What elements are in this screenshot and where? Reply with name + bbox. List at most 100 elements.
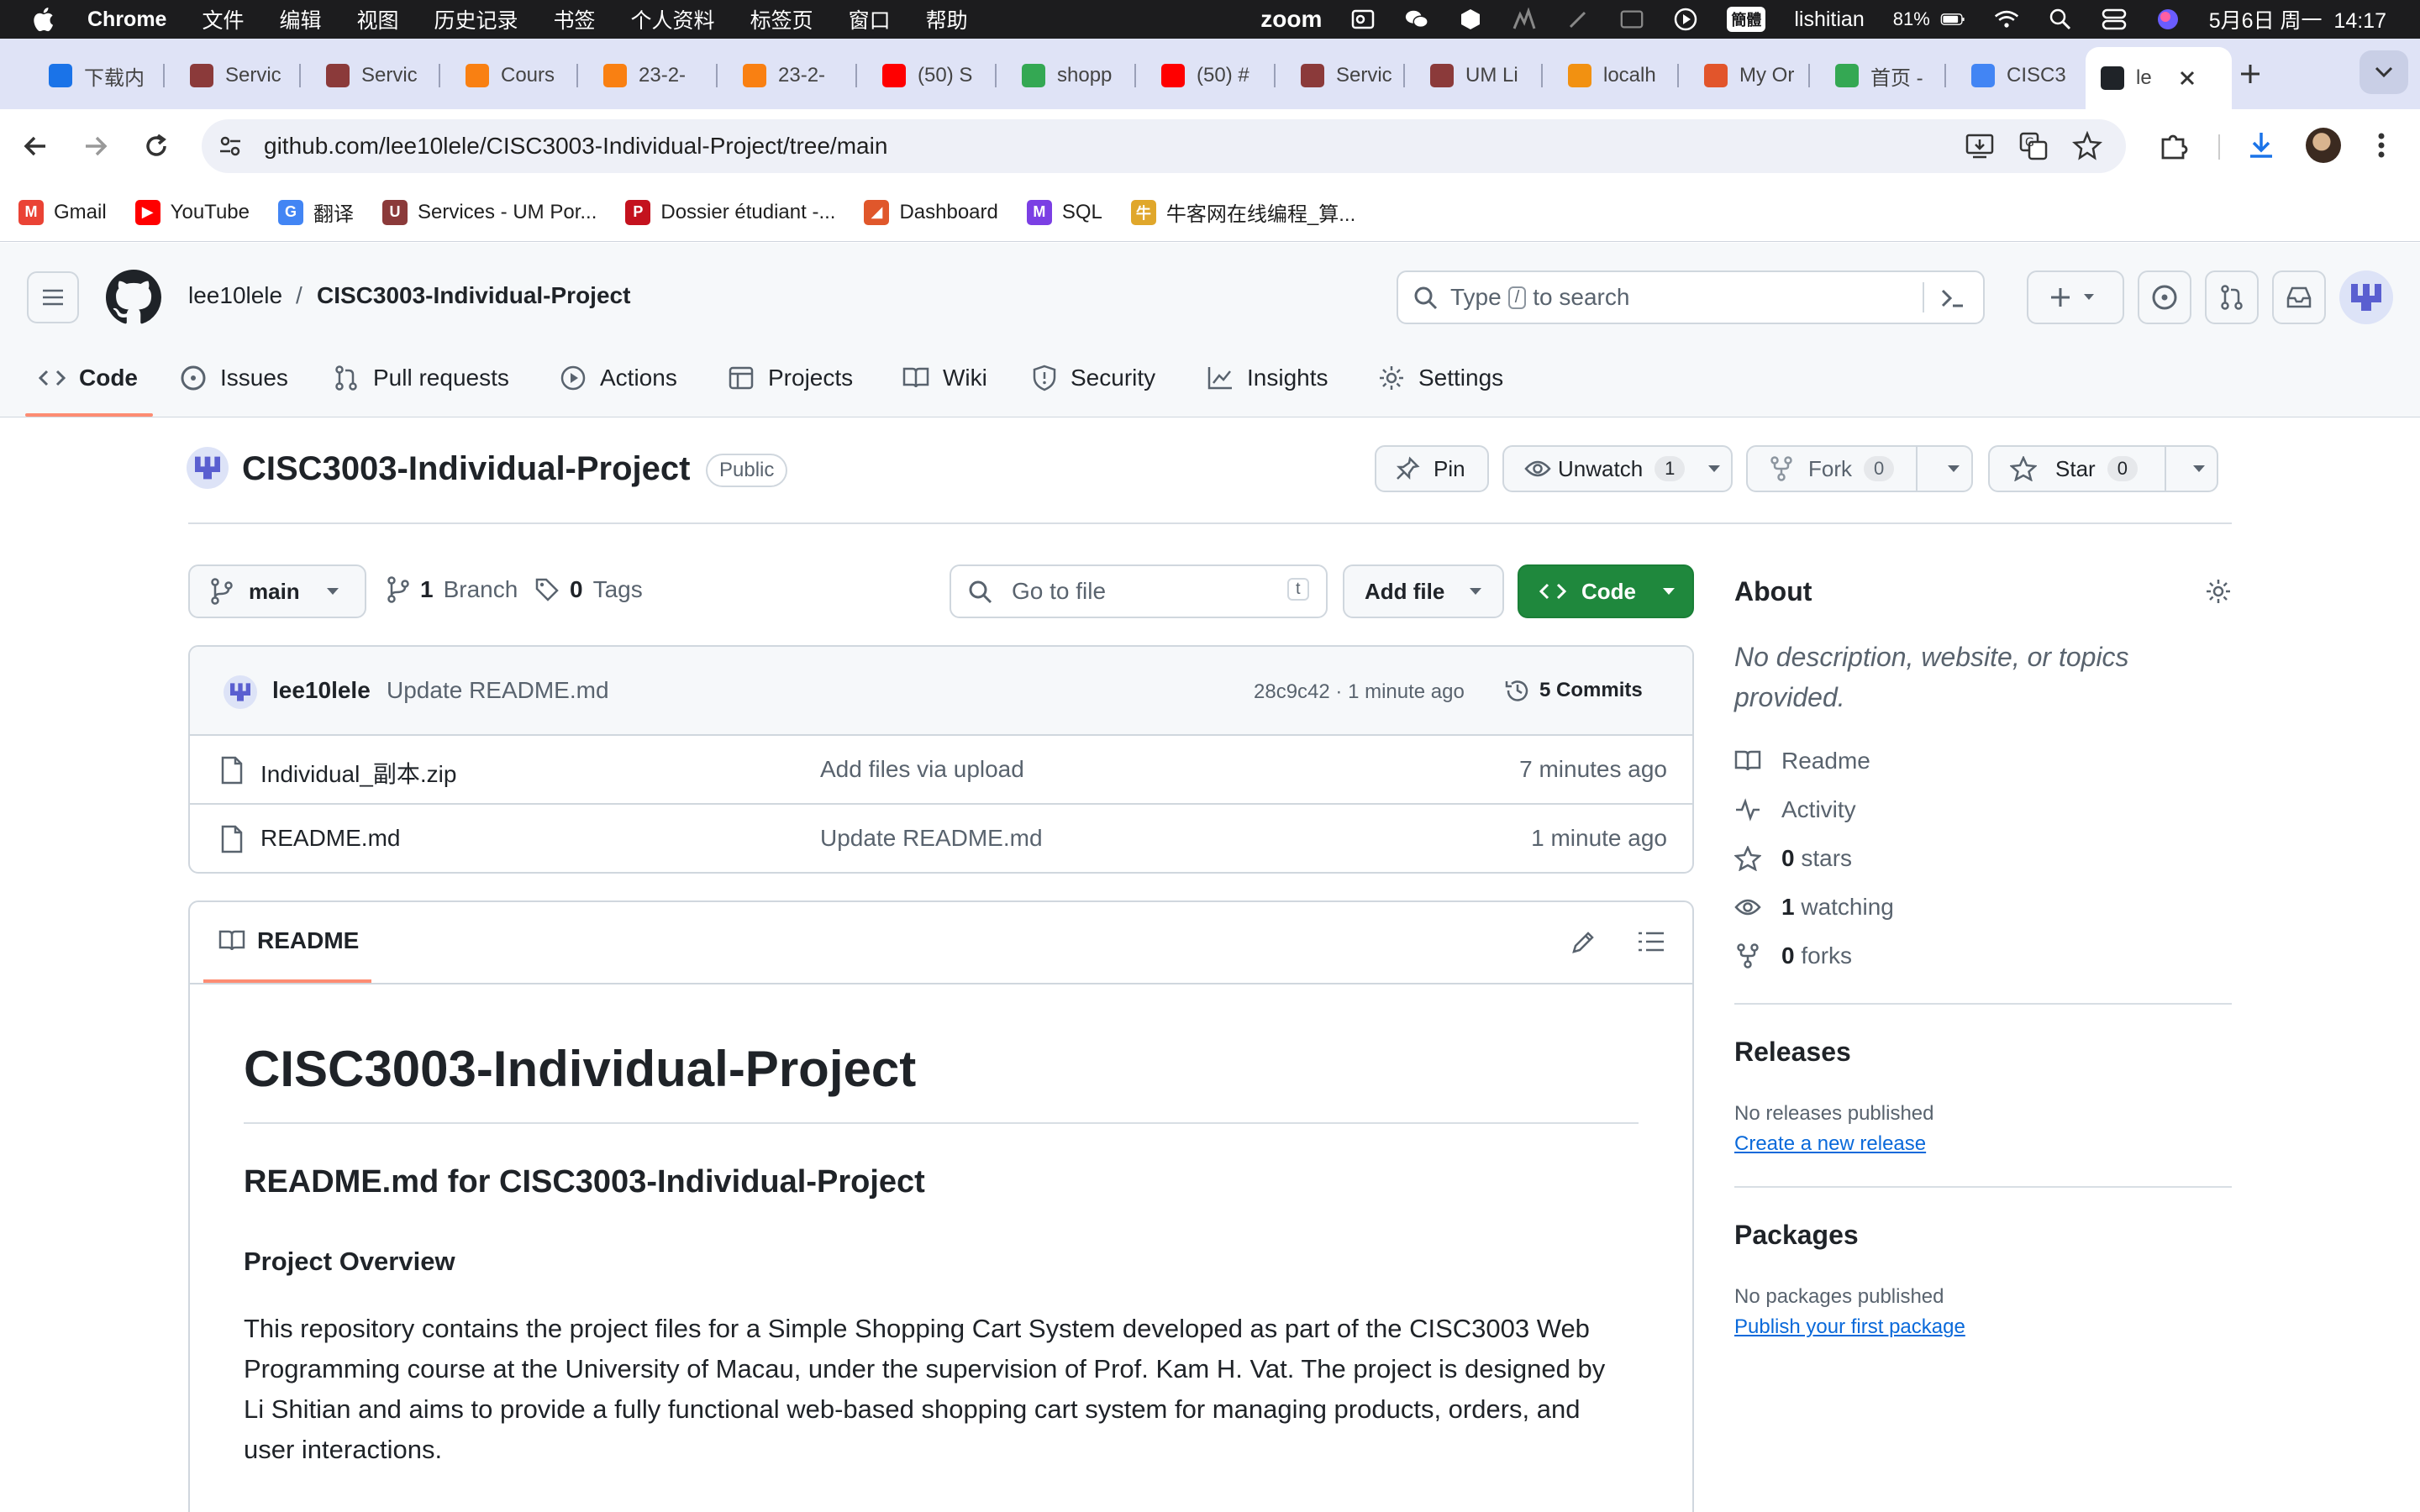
- file-name[interactable]: Individual_副本.zip: [260, 756, 456, 790]
- outlook-icon[interactable]: [1350, 7, 1376, 32]
- tab-search-icon[interactable]: [2360, 50, 2408, 94]
- browser-menu-icon[interactable]: [2373, 129, 2390, 161]
- chevron-down-icon[interactable]: [1946, 464, 1961, 474]
- repo-owner-link[interactable]: lee10lele: [188, 282, 282, 309]
- user-avatar[interactable]: [2339, 270, 2393, 324]
- about-watching-link[interactable]: 1 watching: [1734, 894, 1894, 921]
- readme-tab[interactable]: README: [218, 927, 359, 954]
- bookmark-item[interactable]: M Gmail: [18, 199, 107, 225]
- bookmark-item[interactable]: U Services - UM Por...: [381, 199, 597, 225]
- browser-tab[interactable]: localh: [1553, 50, 1670, 101]
- menu-bookmarks[interactable]: 书签: [554, 4, 596, 34]
- menu-help[interactable]: 帮助: [926, 4, 968, 34]
- browser-tab[interactable]: (50) #: [1146, 50, 1264, 101]
- siri-icon[interactable]: [2155, 7, 2181, 32]
- bookmark-item[interactable]: ▶ YouTube: [134, 199, 250, 225]
- commit-message[interactable]: Update README.md: [387, 677, 609, 704]
- edit-pencil-icon[interactable]: [1570, 929, 1597, 956]
- browser-tab[interactable]: 下载内: [34, 50, 151, 101]
- tab-projects[interactable]: Projects: [728, 352, 853, 404]
- commits-link[interactable]: 5 Commits: [1504, 677, 1643, 704]
- bookmark-star-icon[interactable]: [2072, 131, 2102, 161]
- menu-file[interactable]: 文件: [202, 4, 244, 34]
- branches-link[interactable]: 1 Branch: [387, 576, 518, 603]
- tags-link[interactable]: 0 Tags: [534, 576, 643, 603]
- bookmark-item[interactable]: P Dossier étudiant -...: [625, 199, 835, 225]
- install-app-icon[interactable]: [1965, 131, 1995, 161]
- back-icon[interactable]: [20, 131, 50, 161]
- branch-selector[interactable]: main: [188, 564, 366, 618]
- tab-insights[interactable]: Insights: [1207, 352, 1328, 404]
- spotlight-icon[interactable]: [2048, 7, 2073, 32]
- reload-icon[interactable]: [141, 131, 171, 161]
- close-tab-icon[interactable]: [2179, 70, 2196, 87]
- star-button[interactable]: Star 0: [1988, 445, 2218, 492]
- play-icon[interactable]: [1673, 7, 1698, 32]
- menu-tabs[interactable]: 标签页: [750, 4, 813, 34]
- tab-actions[interactable]: Actions: [560, 352, 677, 404]
- global-search-input[interactable]: Type / to search: [1397, 270, 1985, 324]
- repo-title[interactable]: CISC3003-Individual-Project: [242, 450, 690, 488]
- menu-history[interactable]: 历史记录: [434, 4, 518, 34]
- tab-issues[interactable]: Issues: [180, 352, 288, 404]
- issues-icon[interactable]: [2138, 270, 2191, 324]
- inbox-icon[interactable]: [2272, 270, 2326, 324]
- unwatch-button[interactable]: Unwatch 1: [1502, 445, 1733, 492]
- wifi-icon[interactable]: [1994, 7, 2019, 32]
- browser-tab[interactable]: (50) S: [867, 50, 985, 101]
- url-text[interactable]: github.com/lee10lele/CISC3003-Individual…: [264, 133, 887, 160]
- tab-pull-requests[interactable]: Pull requests: [333, 352, 509, 404]
- about-stars-link[interactable]: 0 stars: [1734, 845, 1852, 872]
- ime-badge[interactable]: 簡體: [1727, 7, 1766, 32]
- pin-button[interactable]: Pin: [1375, 445, 1489, 492]
- browser-tab[interactable]: Servic: [1286, 50, 1395, 101]
- bookmark-item[interactable]: 牛牛客网在线编程_算...: [1130, 197, 1355, 227]
- tab-settings[interactable]: Settings: [1378, 352, 1503, 404]
- browser-tab[interactable]: Servic: [175, 50, 292, 101]
- bookmark-item[interactable]: M SQL: [1026, 199, 1102, 225]
- menu-edit[interactable]: 编辑: [279, 4, 321, 34]
- zoom-status[interactable]: zoom: [1260, 6, 1322, 33]
- browser-tab[interactable]: Servic: [311, 50, 429, 101]
- browser-tab[interactable]: My Or: [1689, 50, 1798, 101]
- control-center-icon[interactable]: [2102, 7, 2127, 32]
- file-name[interactable]: README.md: [260, 825, 400, 852]
- fork-button[interactable]: Fork 0: [1746, 445, 1973, 492]
- pull-requests-icon[interactable]: [2205, 270, 2259, 324]
- stats-icon[interactable]: [1512, 7, 1537, 32]
- commit-author[interactable]: lee10lele: [272, 677, 371, 704]
- menu-window[interactable]: 窗口: [849, 4, 891, 34]
- browser-tab[interactable]: 23-2-: [588, 50, 706, 101]
- menu-app-name[interactable]: Chrome: [87, 8, 166, 32]
- forward-icon[interactable]: [81, 131, 111, 161]
- gear-icon[interactable]: [2205, 578, 2232, 605]
- file-commit-message[interactable]: Add files via upload: [820, 756, 1024, 783]
- extensions-icon[interactable]: [2158, 129, 2190, 161]
- browser-tab[interactable]: UM Li: [1415, 50, 1533, 101]
- repo-name-link[interactable]: CISC3003-Individual-Project: [317, 282, 630, 309]
- add-file-button[interactable]: Add file: [1343, 564, 1504, 618]
- github-logo-icon[interactable]: [106, 270, 161, 325]
- file-row[interactable]: Individual_副本.zip Add files via upload 7…: [190, 736, 1692, 805]
- wechat-icon[interactable]: [1404, 7, 1429, 32]
- command-palette-icon[interactable]: [1939, 286, 1966, 311]
- downloads-icon[interactable]: [2245, 129, 2277, 161]
- commit-hash-time[interactable]: 28c9c42 · 1 minute ago: [1254, 680, 1465, 704]
- translate-icon[interactable]: G: [2018, 131, 2049, 161]
- apple-icon[interactable]: [32, 7, 54, 32]
- about-readme-link[interactable]: Readme: [1734, 748, 1870, 774]
- menu-view[interactable]: 视图: [357, 4, 399, 34]
- address-bar[interactable]: github.com/lee10lele/CISC3003-Individual…: [202, 119, 2126, 173]
- clock-datetime[interactable]: 5月6日 周一 14:17: [2209, 4, 2386, 34]
- about-forks-link[interactable]: 0 forks: [1734, 942, 1852, 969]
- about-activity-link[interactable]: Activity: [1734, 796, 1856, 823]
- go-to-file-input[interactable]: Go to file t: [950, 564, 1328, 618]
- browser-tab[interactable]: CISC3: [1956, 50, 2074, 101]
- create-release-link[interactable]: Create a new release: [1734, 1132, 1926, 1156]
- publish-package-link[interactable]: Publish your first package: [1734, 1315, 1965, 1339]
- site-info-icon[interactable]: [217, 133, 244, 160]
- tab-wiki[interactable]: Wiki: [902, 352, 987, 404]
- app-status-icon[interactable]: [1458, 7, 1483, 32]
- releases-title[interactable]: Releases: [1734, 1037, 1851, 1068]
- bookmark-item[interactable]: ◢ Dashboard: [864, 199, 998, 225]
